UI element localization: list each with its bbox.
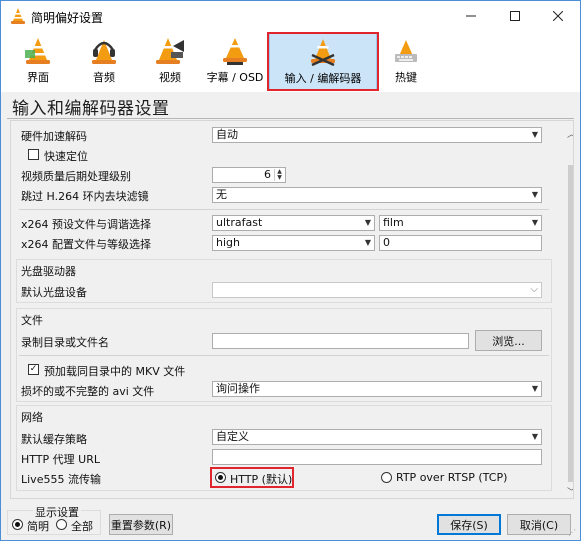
video-cone-icon bbox=[156, 38, 184, 64]
cancel-button[interactable]: 取消(C) bbox=[507, 514, 571, 535]
cache-policy-value: 自定义 bbox=[216, 430, 249, 443]
subtitles-cone-icon bbox=[223, 38, 247, 65]
x264-preset-label: x264 预设文件与调谐选择 bbox=[21, 218, 152, 231]
rtsp-tcp-radio-label: RTP over RTSP (TCP) bbox=[396, 471, 508, 484]
tab-interface-label: 界面 bbox=[27, 71, 49, 84]
dropdown-arrow-icon: ▼ bbox=[531, 130, 538, 139]
record-path-input[interactable] bbox=[212, 333, 469, 349]
broken-avi-select[interactable]: 询问操作 ▼ bbox=[212, 381, 542, 397]
simple-view-label: 简明 bbox=[27, 520, 49, 533]
optical-device-select[interactable]: ⌵ bbox=[212, 282, 542, 298]
x264-level-value: 0 bbox=[383, 236, 390, 249]
page-title: 输入和编解码器设置 bbox=[12, 99, 170, 119]
audio-headphones-icon bbox=[92, 40, 116, 64]
maximize-icon bbox=[510, 10, 520, 21]
x264-preset-select[interactable]: ultrafast ▼ bbox=[212, 215, 375, 231]
fast-seek-checkbox[interactable] bbox=[28, 149, 39, 160]
x264-profile-value: high bbox=[216, 236, 240, 249]
chevron-down-icon: ⌵ bbox=[530, 284, 538, 295]
skip-loop-filter-value: 无 bbox=[216, 188, 227, 201]
tab-subtitles-osd-label: 字幕 / OSD bbox=[206, 71, 264, 84]
http-proxy-label: HTTP 代理 URL bbox=[21, 453, 100, 466]
spin-arrows-icon[interactable]: ▲ ▼ bbox=[274, 169, 284, 181]
window-title: 简明偏好设置 bbox=[31, 11, 104, 25]
bottom-bar: 显示设置 简明 全部 重置参数(R) 保存(S) 取消(C) ⋰ bbox=[1, 499, 580, 540]
minimize-icon bbox=[466, 15, 476, 16]
separator bbox=[19, 355, 549, 356]
separator bbox=[19, 209, 549, 210]
hw-decoding-value: 自动 bbox=[216, 128, 238, 141]
x264-tune-value: film bbox=[383, 216, 404, 229]
close-button[interactable] bbox=[536, 1, 580, 30]
resize-grip-icon[interactable]: ⋰ bbox=[568, 528, 578, 538]
tab-audio-label: 音频 bbox=[93, 71, 115, 84]
x264-level-input[interactable]: 0 bbox=[379, 235, 542, 251]
broken-avi-label: 损坏的或不完整的 avi 文件 bbox=[21, 385, 155, 398]
skip-loop-filter-select[interactable]: 无 ▼ bbox=[212, 187, 542, 203]
pp-level-value: 6 bbox=[264, 168, 271, 181]
all-view-radio[interactable] bbox=[56, 519, 67, 530]
dropdown-arrow-icon: ▼ bbox=[531, 432, 538, 441]
pp-level-label: 视频质量后期处理级别 bbox=[21, 170, 131, 183]
interface-cone-icon bbox=[25, 38, 50, 64]
hw-decoding-select[interactable]: 自动 ▼ bbox=[212, 127, 542, 143]
dropdown-arrow-icon: ▼ bbox=[531, 190, 538, 199]
x264-preset-value: ultrafast bbox=[216, 216, 263, 229]
tab-hotkeys[interactable]: 热键 bbox=[383, 33, 429, 91]
tab-interface[interactable]: 界面 bbox=[15, 33, 61, 91]
tab-hotkeys-label: 热键 bbox=[395, 71, 417, 84]
vertical-scrollbar[interactable]: ︿ ﹀ bbox=[564, 121, 573, 498]
dropdown-arrow-icon: ▼ bbox=[364, 238, 371, 247]
broken-avi-value: 询问操作 bbox=[216, 382, 260, 395]
scroll-up-icon[interactable]: ︿ bbox=[567, 127, 573, 140]
vlc-cone-icon bbox=[11, 8, 25, 24]
all-view-label: 全部 bbox=[71, 520, 93, 533]
tab-video-label: 视频 bbox=[159, 71, 181, 84]
preferences-window: 简明偏好设置 界面 音频 视频 字幕 / OSD 输入 / 编解码器 热键 输入… bbox=[0, 0, 581, 541]
network-group-title: 网络 bbox=[21, 411, 43, 424]
rtsp-tcp-radio[interactable] bbox=[381, 472, 392, 483]
http-proxy-input[interactable] bbox=[212, 449, 542, 465]
category-toolbar: 界面 音频 视频 字幕 / OSD 输入 / 编解码器 热键 bbox=[1, 31, 580, 92]
cache-policy-label: 默认缓存策略 bbox=[21, 433, 87, 446]
dropdown-arrow-icon: ▼ bbox=[531, 218, 538, 227]
preload-mkv-checkbox[interactable]: ✓ bbox=[28, 364, 39, 375]
record-path-label: 录制目录或文件名 bbox=[21, 336, 109, 349]
x264-profile-label: x264 配置文件与等级选择 bbox=[21, 238, 152, 251]
simple-view-radio[interactable] bbox=[12, 519, 23, 530]
highlight-box-tab bbox=[267, 32, 379, 91]
optical-device-label: 默认光盘设备 bbox=[21, 286, 87, 299]
save-button[interactable]: 保存(S) bbox=[437, 514, 501, 535]
tab-video[interactable]: 视频 bbox=[147, 33, 193, 91]
browse-button[interactable]: 浏览... bbox=[475, 330, 542, 351]
title-bar: 简明偏好设置 bbox=[1, 1, 580, 31]
maximize-button[interactable] bbox=[493, 1, 537, 30]
close-icon bbox=[553, 10, 563, 21]
highlight-box-http bbox=[210, 467, 294, 488]
skip-loop-filter-label: 跳过 H.264 环内去块滤镜 bbox=[21, 190, 149, 203]
tab-subtitles-osd[interactable]: 字幕 / OSD bbox=[205, 33, 265, 91]
live555-label: Live555 流传输 bbox=[21, 473, 101, 486]
optical-group-title: 光盘驱动器 bbox=[21, 265, 76, 278]
hw-decoding-label: 硬件加速解码 bbox=[21, 130, 87, 143]
pp-level-spinbox[interactable]: 6 ▲ ▼ bbox=[212, 167, 286, 183]
hotkeys-cone-icon bbox=[395, 40, 417, 62]
dropdown-arrow-icon: ▼ bbox=[364, 218, 371, 227]
x264-tune-select[interactable]: film ▼ bbox=[379, 215, 542, 231]
x264-profile-select[interactable]: high ▼ bbox=[212, 235, 375, 251]
cache-policy-select[interactable]: 自定义 ▼ bbox=[212, 429, 542, 445]
scrollbar-thumb[interactable] bbox=[568, 165, 573, 482]
fast-seek-label: 快速定位 bbox=[44, 150, 88, 163]
tab-audio[interactable]: 音频 bbox=[81, 33, 127, 91]
scroll-down-icon[interactable]: ﹀ bbox=[567, 485, 573, 498]
preload-mkv-label: 预加载同目录中的 MKV 文件 bbox=[44, 365, 186, 378]
title-divider bbox=[7, 118, 574, 119]
dropdown-arrow-icon: ▼ bbox=[531, 384, 538, 393]
files-group-title: 文件 bbox=[21, 314, 43, 327]
minimize-button[interactable] bbox=[449, 1, 493, 30]
settings-scroll-panel[interactable]: 硬件加速解码 自动 ▼ 快速定位 视频质量后期处理级别 6 ▲ ▼ 跳过 H.26… bbox=[10, 120, 574, 499]
reset-preferences-button[interactable]: 重置参数(R) bbox=[109, 514, 173, 535]
